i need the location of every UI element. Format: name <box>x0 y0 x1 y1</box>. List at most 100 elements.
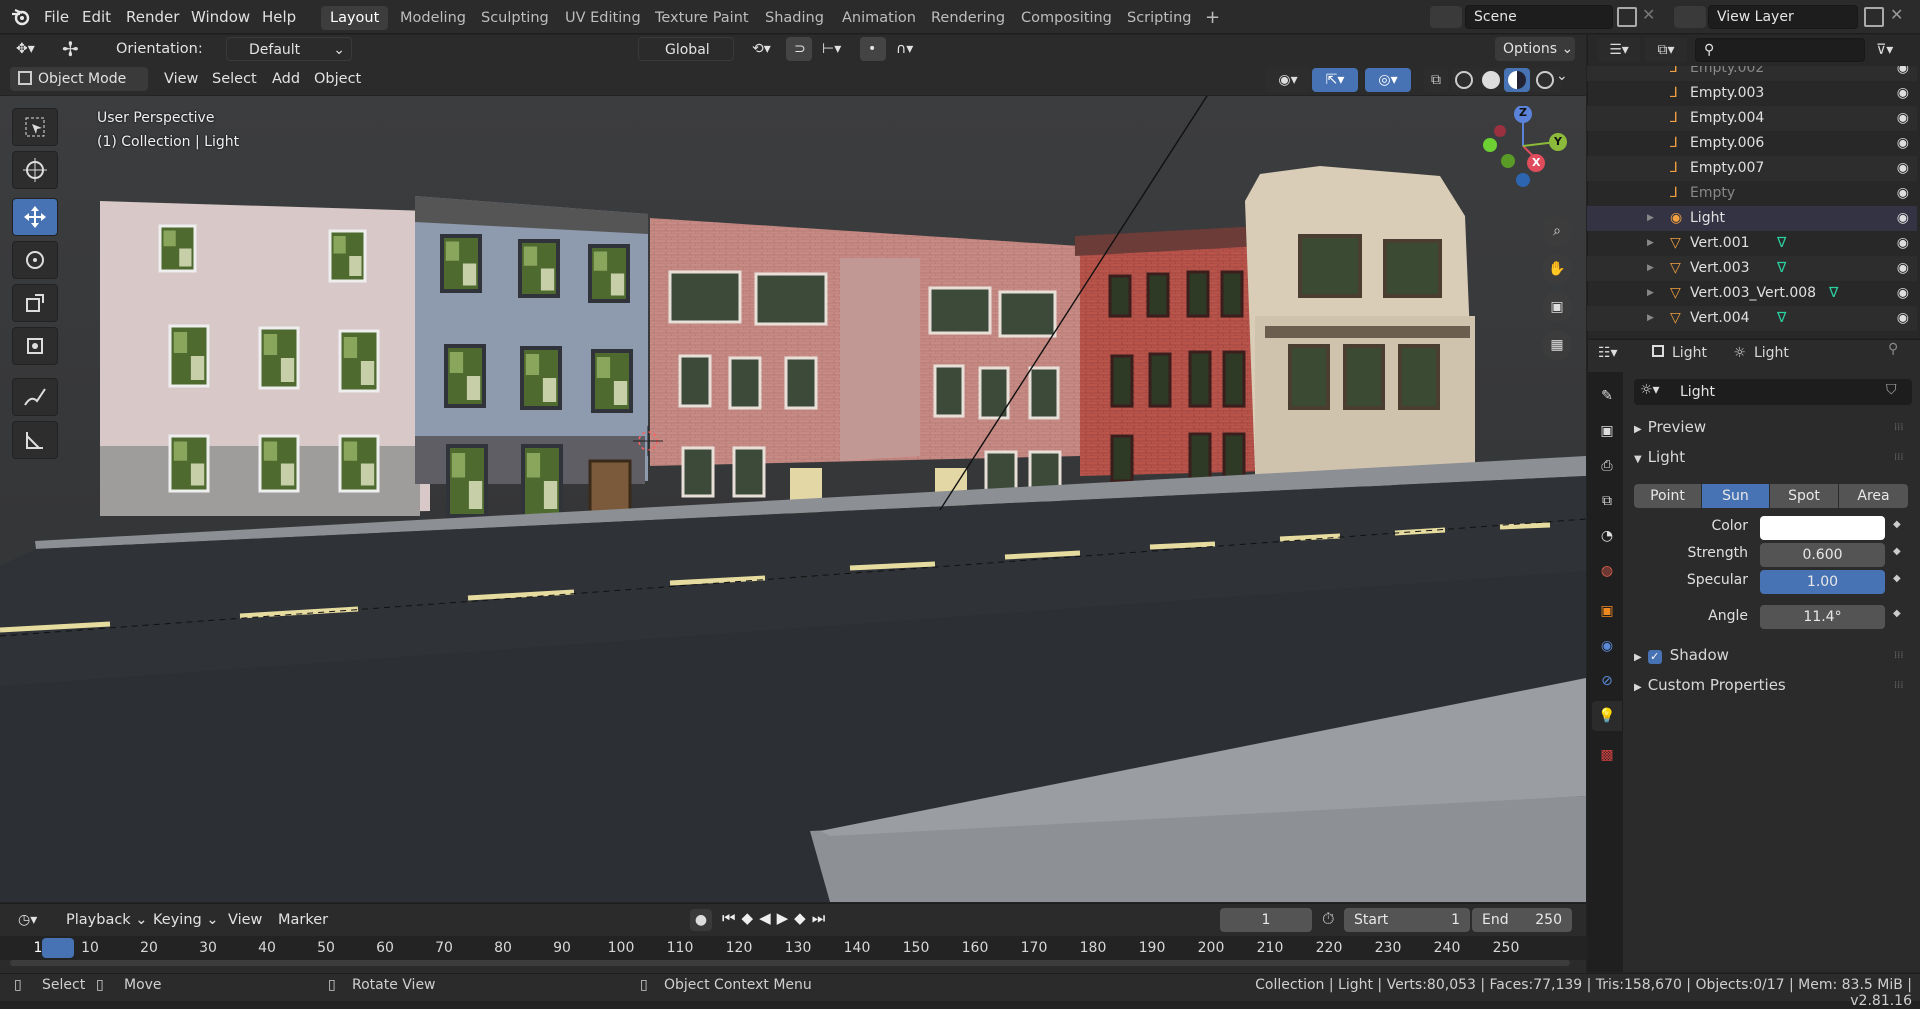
keyframe-dot-icon[interactable]: ◆ <box>1893 546 1901 557</box>
eye-icon[interactable]: ◉ <box>1897 331 1909 336</box>
next-keyframe-icon[interactable]: ◆ <box>794 909 812 927</box>
display-mode-icon[interactable]: ⧉▾ <box>1645 38 1687 62</box>
eye-icon[interactable]: ◉ <box>1897 231 1909 256</box>
add-workspace-icon[interactable]: + <box>1196 6 1229 30</box>
jump-start-icon[interactable]: ⏮ <box>722 909 742 927</box>
tab-shading[interactable]: Shading <box>756 6 833 30</box>
move-tool-icon[interactable] <box>12 198 58 236</box>
transform-pivot-icon[interactable]: ✢ <box>62 37 79 61</box>
color-swatch[interactable] <box>1760 516 1885 540</box>
overlay-toggle-icon[interactable]: ◎▾ <box>1365 68 1411 92</box>
menu-help[interactable]: Help <box>262 0 296 34</box>
eye-icon[interactable]: ◉ <box>1897 181 1909 206</box>
outliner-row[interactable]: ⅃ Empty ◉ <box>1587 181 1917 206</box>
eye-icon[interactable]: ◉ <box>1897 66 1909 81</box>
outliner-row[interactable]: ▽ ▶ Vert.004 ∇ ◉ <box>1587 306 1917 331</box>
menu-file[interactable]: File <box>44 0 69 34</box>
light-data-tab-icon[interactable]: 💡 <box>1592 701 1622 731</box>
remove-view-layer-icon[interactable]: ✕ <box>1890 5 1903 24</box>
strength-field[interactable]: 0.600 <box>1760 543 1885 567</box>
light-datablock-field[interactable]: ☼▾ Light ⛉ <box>1634 379 1912 405</box>
eye-icon[interactable]: ◉ <box>1897 306 1909 331</box>
zoom-icon[interactable]: ⌕ <box>1542 216 1572 246</box>
light-panel-header[interactable]: ▼ Light <box>1634 448 1685 466</box>
measure-tool-icon[interactable] <box>12 421 58 459</box>
scene-icon[interactable] <box>1430 6 1462 28</box>
drag-handle-icon[interactable]: ⁞⁞⁞ <box>1894 452 1904 463</box>
outliner-search-input[interactable]: ⚲ <box>1695 38 1865 62</box>
preview-panel-header[interactable]: ▶ Preview <box>1634 418 1706 436</box>
pin-icon[interactable]: ⚲ <box>1888 341 1898 357</box>
prev-keyframe-icon[interactable]: ◆ <box>742 909 760 927</box>
eye-icon[interactable]: ◉ <box>1897 156 1909 181</box>
angle-field[interactable]: 11.4° <box>1760 605 1885 629</box>
eye-icon[interactable]: ◉ <box>1897 256 1909 281</box>
hand-pan-icon[interactable]: ✋ <box>1542 254 1572 284</box>
eye-icon[interactable]: ◉ <box>1897 81 1909 106</box>
view-layer-field[interactable]: View Layer <box>1708 5 1858 29</box>
tab-sculpting[interactable]: Sculpting <box>472 6 558 30</box>
scale-tool-icon[interactable] <box>12 284 58 322</box>
drag-handle-icon[interactable]: ⁞⁞⁞ <box>1894 650 1904 661</box>
outliner-row[interactable]: ▽ ▶ Vert.003_Vert.008 ∇ ◉ <box>1587 281 1917 306</box>
xray-icon[interactable]: ⧉ <box>1424 68 1448 92</box>
menu-window[interactable]: Window <box>191 0 250 34</box>
current-frame-field[interactable]: 1 <box>1220 908 1312 932</box>
outliner-row[interactable]: ⅃ Empty.006 ◉ <box>1587 131 1917 156</box>
3d-viewport[interactable]: User Perspective (1) Collection | Light … <box>0 96 1586 902</box>
menu-keying[interactable]: Keying ⌄ <box>147 908 224 932</box>
tab-layout[interactable]: Layout <box>321 6 389 30</box>
expand-arrow-icon[interactable]: ▶ <box>1647 306 1654 331</box>
pivot-point-icon[interactable]: ⟲▾ <box>744 37 780 61</box>
mode-dropdown[interactable]: Object Mode <box>10 67 148 91</box>
options-dropdown[interactable]: Options ⌄ <box>1495 37 1575 61</box>
light-type-point[interactable]: Point <box>1634 484 1701 508</box>
menu-playback[interactable]: Playback ⌄ <box>60 908 153 932</box>
proportional-edit-icon[interactable]: • <box>860 37 886 61</box>
menu-edit[interactable]: Edit <box>82 0 111 34</box>
eye-icon[interactable]: ◉ <box>1897 131 1909 156</box>
rotate-tool-icon[interactable] <box>12 241 58 279</box>
stopwatch-icon[interactable]: ⏱ <box>1322 909 1334 929</box>
menu-add[interactable]: Add <box>266 67 306 91</box>
new-scene-icon[interactable] <box>1617 7 1637 27</box>
texture-tab-icon[interactable]: ▩ <box>1592 740 1622 770</box>
material-shading-icon[interactable] <box>1504 68 1530 92</box>
tab-animation[interactable]: Animation <box>833 6 925 30</box>
visibility-icon[interactable]: ◉▾ <box>1265 68 1311 92</box>
transform-orientation-dropdown[interactable]: Global <box>638 37 734 61</box>
specular-field[interactable]: 1.00 <box>1760 570 1885 594</box>
world-tab-icon[interactable]: ◍ <box>1592 556 1622 586</box>
light-type-sun[interactable]: Sun <box>1702 484 1769 508</box>
drag-handle-icon[interactable]: ⁞⁞⁞ <box>1894 680 1904 691</box>
annotate-tool-icon[interactable] <box>12 378 58 416</box>
light-type-spot[interactable]: Spot <box>1770 484 1838 508</box>
menu-marker[interactable]: Marker <box>272 908 334 932</box>
view-layer-icon[interactable] <box>1674 6 1706 28</box>
falloff-icon[interactable]: ∩▾ <box>888 37 924 61</box>
keyframe-dot-icon[interactable]: ◆ <box>1893 573 1901 584</box>
filter-icon[interactable]: ⊽▾ <box>1876 38 1916 62</box>
drag-handle-icon[interactable]: ⁞⁞⁞ <box>1894 422 1904 433</box>
menu-select[interactable]: Select <box>206 67 263 91</box>
expand-arrow-icon[interactable]: ▶ <box>1647 331 1654 336</box>
physics-tab-icon[interactable]: ◉ <box>1592 631 1622 661</box>
expand-arrow-icon[interactable]: ▶ <box>1647 256 1654 281</box>
menu-timeline-view[interactable]: View <box>222 908 268 932</box>
light-type-area[interactable]: Area <box>1839 484 1908 508</box>
scene-tab-icon[interactable]: ◔ <box>1592 521 1622 551</box>
shadow-checkbox[interactable]: ✓ <box>1647 650 1662 664</box>
orientation-dropdown[interactable]: Default ⌄ <box>226 37 352 61</box>
menu-object[interactable]: Object <box>308 67 367 91</box>
scene-name-field[interactable]: Scene <box>1465 5 1613 29</box>
transform-tool-icon[interactable] <box>12 327 58 365</box>
tab-texture-paint[interactable]: Texture Paint <box>646 6 758 30</box>
timeline-editor-icon[interactable]: ◷▾ <box>10 908 50 932</box>
jump-end-icon[interactable]: ⏭ <box>812 909 832 927</box>
play-icon[interactable]: ▶ <box>777 909 795 927</box>
blender-logo-icon[interactable] <box>11 8 31 26</box>
eye-icon[interactable]: ◉ <box>1897 281 1909 306</box>
solid-shading-icon[interactable] <box>1482 71 1500 89</box>
new-view-layer-icon[interactable] <box>1864 7 1884 27</box>
mesh-data-icon[interactable]: ∇ <box>1777 231 1786 256</box>
